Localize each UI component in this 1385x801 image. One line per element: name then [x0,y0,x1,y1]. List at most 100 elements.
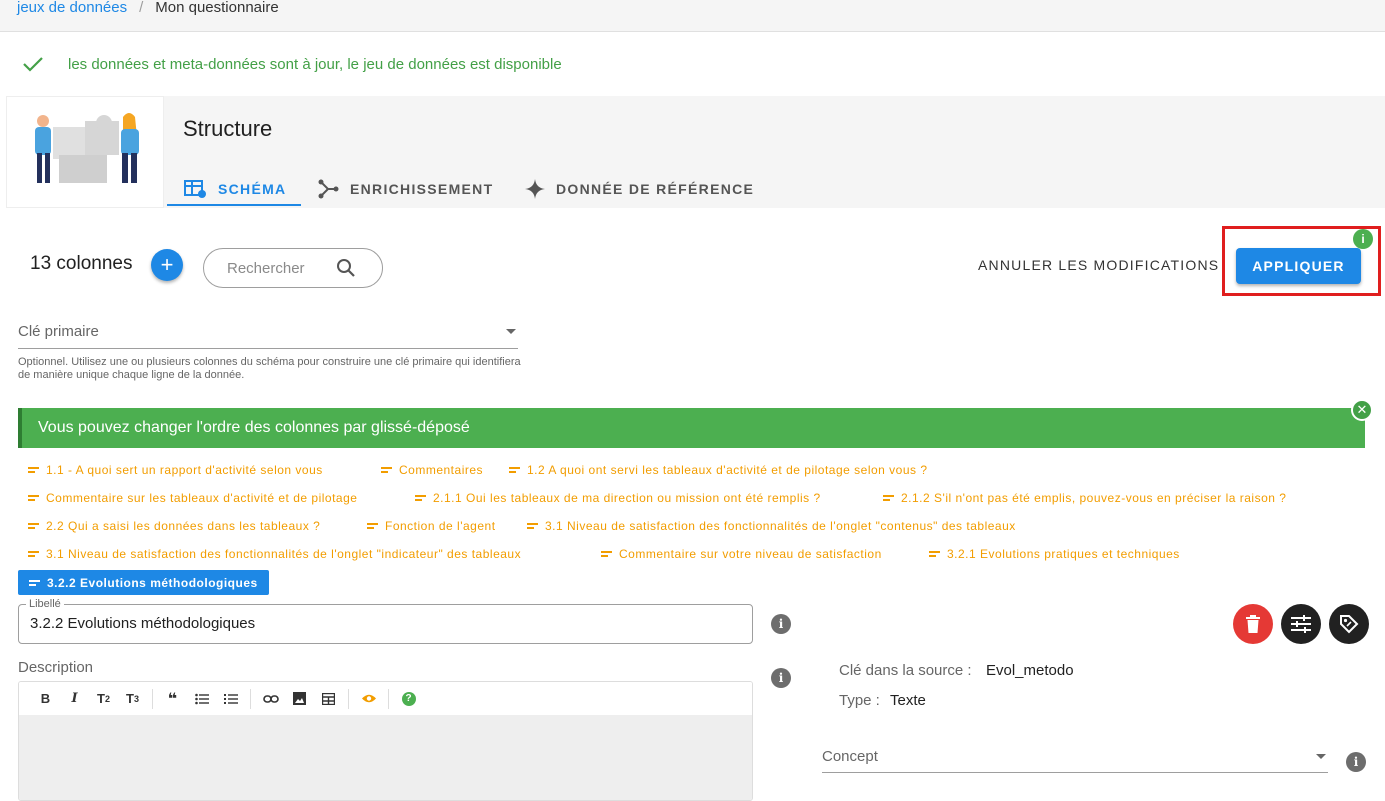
trash-icon [1246,615,1260,633]
table-icon[interactable] [314,688,343,710]
tab-donnee-reference-label: DONNÉE DE RÉFÉRENCE [556,181,755,197]
link-icon[interactable] [256,688,285,710]
search-icon[interactable] [336,258,356,278]
column-chip-label: Commentaires [399,463,484,477]
bold-button[interactable]: B [31,688,60,710]
drag-handle-icon [28,495,39,501]
drag-handle-icon [28,523,39,529]
puzzle-illustration [6,96,164,208]
column-chip-label: Fonction de l'agent [385,519,496,533]
primary-key-select[interactable]: Clé primaire [18,314,518,349]
libelle-value: 3.2.2 Evolutions méthodologiques [30,615,256,632]
drag-handle-icon [415,495,426,501]
reorder-alert: Vous pouvez changer l'ordre des colonnes… [18,408,1365,448]
search-input[interactable] [227,259,332,277]
tab-schema[interactable]: SCHÉMA [184,174,286,204]
concept-label: Concept [822,747,878,765]
apply-info-badge[interactable]: i [1353,229,1373,249]
column-chip-label: 3.2.1 Evolutions pratiques et techniques [947,547,1180,561]
check-icon [23,57,43,72]
reorder-alert-text: Vous pouvez changer l'ordre des colonnes… [38,419,470,436]
column-chip-active[interactable]: 3.2.2 Evolutions méthodologiques [18,570,269,595]
breadcrumb-current: Mon questionnaire [155,0,279,16]
column-chip[interactable]: Fonction de l'agent [367,516,496,536]
concept-select[interactable]: Concept [822,740,1328,773]
column-chip[interactable]: 1.2 A quoi ont servi les tableaux d'acti… [509,460,928,480]
column-chip[interactable]: 2.1.2 S'il n'ont pas été emplis, pouvez-… [883,488,1286,508]
column-chip-label: 3.1 Niveau de satisfaction des fonctionn… [46,547,522,561]
help-icon[interactable]: ? [394,688,423,710]
column-chip[interactable]: Commentaires [381,460,483,480]
search-box [203,248,383,288]
description-editor: B I T2 T3 ❝ ? [18,681,753,801]
tag-icon [1340,615,1359,634]
tab-enrichissement[interactable]: ENRICHISSEMENT [318,174,493,204]
preview-eye-icon[interactable] [354,688,383,710]
column-tag-button[interactable] [1329,604,1369,644]
primary-key-hint: Optionnel. Utilisez une ou plusieurs col… [18,356,521,381]
drag-handle-icon [29,579,40,586]
info-icon[interactable]: i [771,614,791,634]
breadcrumb: jeux de données / Mon questionnaire [0,0,1385,32]
drag-handle-icon [601,551,612,557]
toolbar-divider [152,688,153,709]
column-count: 13 colonnes [30,253,133,274]
sliders-icon [1291,615,1311,633]
heading3-button[interactable]: T3 [118,688,147,710]
column-chip[interactable]: 2.1.1 Oui les tableaux de ma direction o… [415,488,821,508]
column-chip[interactable]: Commentaire sur les tableaux d'activité … [28,488,357,508]
merge-icon [318,179,339,199]
image-icon[interactable] [285,688,314,710]
column-chip[interactable]: 1.1 - A quoi sert un rapport d'activité … [28,460,323,480]
column-chip-label: Commentaire sur votre niveau de satisfac… [619,547,882,561]
numbered-list-icon[interactable] [216,688,245,710]
drag-handle-icon [929,551,940,557]
drag-handle-icon [28,467,39,473]
status-message: les données et meta-données sont à jour,… [22,52,562,76]
info-icon[interactable]: i [1346,752,1366,772]
quote-icon[interactable]: ❝ [158,688,187,710]
drag-handle-icon [367,523,378,529]
column-chip-label: 2.2 Qui a saisi les données dans les tab… [46,519,321,533]
active-tab-indicator [167,204,301,206]
structure-header: Structure SCHÉMA ENRICHISSEMENT DONNÉE D… [6,96,1385,208]
column-chip[interactable]: 3.1 Niveau de satisfaction des fonctionn… [28,544,521,564]
toolbar-divider [388,688,389,709]
apply-button[interactable]: APPLIQUER [1236,248,1361,284]
tab-donnee-reference[interactable]: DONNÉE DE RÉFÉRENCE [524,174,754,204]
drag-handle-icon [509,467,520,473]
add-column-button[interactable]: + [151,249,183,281]
table-settings-icon [184,180,206,198]
breadcrumb-link-datasets[interactable]: jeux de données [17,0,127,16]
close-alert-button[interactable]: ✕ [1351,399,1373,421]
column-chip-label: 1.1 - A quoi sert un rapport d'activité … [46,463,323,477]
primary-key-label: Clé primaire [18,322,99,340]
source-key-value: Evol_metodo [986,662,1074,679]
column-settings-button[interactable] [1281,604,1321,644]
delete-column-button[interactable] [1233,604,1273,644]
description-label: Description [18,659,94,676]
column-chip[interactable]: 2.2 Qui a saisi les données dans les tab… [28,516,320,536]
drag-handle-icon [527,523,538,529]
sparkle-icon [525,179,545,199]
type-label: Type : [839,692,880,709]
column-chip[interactable]: Commentaire sur votre niveau de satisfac… [601,544,882,564]
cancel-changes-button[interactable]: ANNULER LES MODIFICATIONS [978,257,1219,273]
chevron-down-icon [506,329,516,334]
column-chip-label: 2.1.2 S'il n'ont pas été emplis, pouvez-… [901,491,1287,505]
toolbar-divider [348,688,349,709]
description-textarea[interactable] [19,716,752,800]
source-key-label: Clé dans la source : [839,662,972,679]
column-chip-label: 3.1 Niveau de satisfaction des fonctionn… [545,519,1016,533]
heading2-button[interactable]: T2 [89,688,118,710]
column-chip-label: 1.2 A quoi ont servi les tableaux d'acti… [527,463,928,477]
tab-schema-label: SCHÉMA [218,181,287,197]
drag-handle-icon [883,495,894,501]
info-icon[interactable]: i [771,668,791,688]
editor-toolbar: B I T2 T3 ❝ ? [19,682,752,716]
page-title: Structure [183,116,273,141]
bullet-list-icon[interactable] [187,688,216,710]
column-chip[interactable]: 3.1 Niveau de satisfaction des fonctionn… [527,516,1016,536]
italic-button[interactable]: I [60,688,89,710]
column-chip[interactable]: 3.2.1 Evolutions pratiques et techniques [929,544,1180,564]
